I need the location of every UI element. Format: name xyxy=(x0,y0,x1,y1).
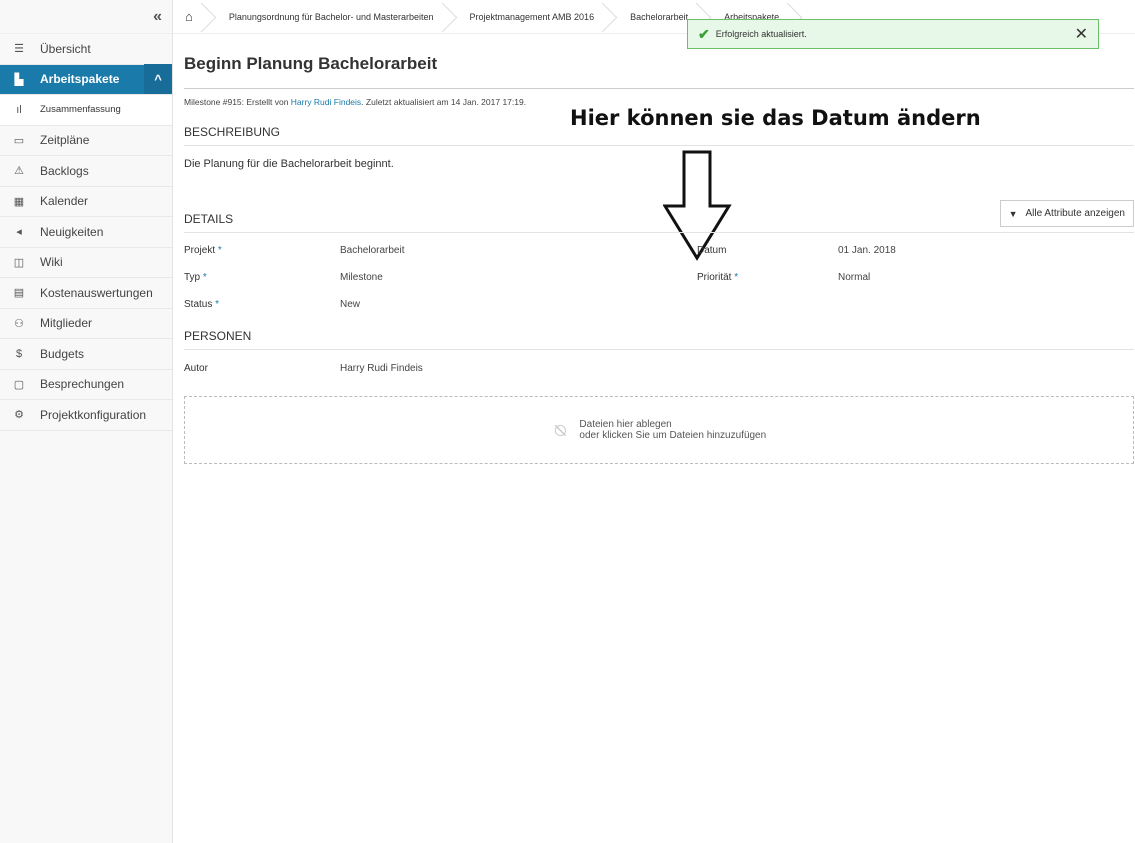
breadcrumb-label: Projektmanagement AMB 2016 xyxy=(469,11,595,22)
book-icon: ◫ xyxy=(13,256,25,269)
description-text[interactable]: Die Planung für die Bachelorarbeit begin… xyxy=(184,158,1134,170)
sidebar-item-kalender[interactable]: ▦ Kalender xyxy=(0,187,172,217)
sidebar-item-besprechungen[interactable]: ▢ Besprechungen xyxy=(0,370,172,400)
check-icon: ✔ xyxy=(698,25,710,42)
prioritaet-value[interactable]: Normal xyxy=(838,272,870,283)
sidebar-item-label: Zeitpläne xyxy=(40,133,90,148)
gear-icon: ⚙ xyxy=(14,409,24,422)
author-link[interactable]: Harry Rudi Findeis xyxy=(291,97,361,107)
persons-heading: PERSONEN xyxy=(184,329,1134,350)
sidebar-item-label: Arbeitspakete xyxy=(40,72,120,87)
sidebar-item-label: Wiki xyxy=(40,255,63,270)
sidebar-item-label: Backlogs xyxy=(40,163,89,178)
sidebar-item-mitglieder[interactable]: ⚇ Mitglieder xyxy=(0,309,172,339)
breadcrumb-item[interactable]: Projektmanagement AMB 2016 xyxy=(448,0,609,34)
meta-prefix: Milestone #915: Erstellt von xyxy=(184,97,291,107)
breadcrumb-home[interactable]: ⌂ xyxy=(173,0,207,34)
sidebar-item-zeitplaene[interactable]: ▭ Zeitpläne xyxy=(0,126,172,156)
autor-value: Harry Rudi Findeis xyxy=(340,363,423,374)
cost-reports-icon: ▤ xyxy=(13,287,25,300)
divider xyxy=(184,88,1134,89)
success-toast: ✔ Erfolgreich aktualisiert. ✕ xyxy=(687,19,1099,49)
sidebar-item-wiki[interactable]: ◫ Wiki xyxy=(0,248,172,278)
sidebar-item-zusammenfassung[interactable]: ıl Zusammenfassung xyxy=(0,95,172,126)
dropzone-text: Dateien hier ablegen oder klicken Sie um… xyxy=(579,419,766,441)
prioritaet-label: Priorität * xyxy=(697,272,739,283)
details-section: DETAILS ▼ Alle Attribute anzeigen xyxy=(184,200,1134,233)
budget-icon: $ xyxy=(15,347,23,360)
workpackage-meta: Milestone #915: Erstellt von Harry Rudi … xyxy=(184,97,1134,107)
breadcrumb-label: Planungsordnung für Bachelor- und Master… xyxy=(228,11,434,22)
list-icon: ☰ xyxy=(14,43,24,56)
paperclip-icon: ⌽ xyxy=(542,413,576,446)
sidebar-item-neuigkeiten[interactable]: ◂ Neuigkeiten xyxy=(0,217,172,248)
collapse-sidebar-icon[interactable]: « xyxy=(153,8,162,26)
chevron-up-icon[interactable]: ^ xyxy=(144,64,172,95)
toast-message: Erfolgreich aktualisiert. xyxy=(715,29,807,39)
sidebar-item-backlogs[interactable]: ⚠ Backlogs xyxy=(0,156,172,187)
chevron-down-icon: ▼ xyxy=(1008,208,1018,219)
meta-suffix: . Zuletzt aktualisiert am 14 Jan. 2017 1… xyxy=(361,97,527,107)
persons-section: PERSONEN Autor Harry Rudi Findeis xyxy=(184,329,1134,374)
calendar-icon: ▦ xyxy=(13,195,25,208)
sidebar-top: « xyxy=(0,0,172,34)
dropzone-line2: oder klicken Sie um Dateien hinzuzufügen xyxy=(579,430,767,441)
meetings-icon: ▢ xyxy=(13,378,25,391)
status-label: Status * xyxy=(184,299,220,310)
breadcrumb-label: Bachelorarbeit xyxy=(630,11,689,22)
summary-icon: ıl xyxy=(16,103,22,116)
show-all-attributes-button[interactable]: ▼ Alle Attribute anzeigen xyxy=(999,200,1134,227)
page-title: Beginn Planung Bachelorarbeit xyxy=(184,54,438,73)
persons-grid: Autor Harry Rudi Findeis xyxy=(184,350,1134,374)
timeline-icon: ▭ xyxy=(13,134,25,147)
sidebar: « ☰ Übersicht ▙ Arbeitspakete ^ ıl Zusam… xyxy=(0,0,173,843)
sidebar-item-label: Zusammenfassung xyxy=(40,104,121,116)
typ-label: Typ * xyxy=(184,272,207,283)
typ-value[interactable]: Milestone xyxy=(340,272,383,283)
show-all-attributes-label: Alle Attribute anzeigen xyxy=(1025,208,1125,219)
projekt-value[interactable]: Bachelorarbeit xyxy=(340,245,404,256)
sidebar-item-label: Budgets xyxy=(40,346,85,361)
close-icon[interactable]: ✕ xyxy=(1075,24,1088,44)
members-icon: ⚇ xyxy=(14,317,24,330)
attachment-dropzone[interactable]: ⌽ Dateien hier ablegen oder klicken Sie … xyxy=(184,396,1134,464)
sidebar-item-label: Projektkonfiguration xyxy=(40,407,147,422)
sidebar-item-label: Kalender xyxy=(40,194,89,209)
sidebar-item-budgets[interactable]: $ Budgets xyxy=(0,339,172,370)
dropzone-line1: Dateien hier ablegen xyxy=(579,419,672,430)
app-root: « ☰ Übersicht ▙ Arbeitspakete ^ ıl Zusam… xyxy=(0,0,1135,843)
sidebar-item-label: Übersicht xyxy=(40,41,91,56)
sidebar-item-projektkonfiguration[interactable]: ⚙ Projektkonfiguration xyxy=(0,400,172,431)
megaphone-icon: ◂ xyxy=(16,226,22,239)
sidebar-item-label: Besprechungen xyxy=(40,377,125,392)
details-heading: DETAILS xyxy=(184,212,1134,233)
sidebar-item-label: Neuigkeiten xyxy=(40,224,104,239)
status-value[interactable]: New xyxy=(340,299,360,310)
sidebar-item-label: Kostenauswertungen xyxy=(40,285,153,300)
description-heading: BESCHREIBUNG xyxy=(184,125,1134,146)
main-content: Beginn Planung Bachelorarbeit Milestone … xyxy=(184,34,1134,464)
autor-label: Autor xyxy=(184,363,208,374)
breadcrumb-item[interactable]: Planungsordnung für Bachelor- und Master… xyxy=(207,0,448,34)
sidebar-item-label: Mitglieder xyxy=(40,316,93,331)
backlogs-icon: ⚠ xyxy=(14,165,24,178)
projekt-label: Projekt * xyxy=(184,245,222,256)
sidebar-item-uebersicht[interactable]: ☰ Übersicht xyxy=(0,34,172,65)
sidebar-item-kostenauswertungen[interactable]: ▤ Kostenauswertungen xyxy=(0,278,172,309)
details-grid: Projekt * Bachelorarbeit Typ * Milestone… xyxy=(184,233,1134,315)
datum-label: Datum xyxy=(697,245,727,256)
datum-value[interactable]: 01 Jan. 2018 xyxy=(838,245,896,256)
sidebar-item-arbeitspakete[interactable]: ▙ Arbeitspakete ^ xyxy=(0,64,172,95)
workpackages-icon: ▙ xyxy=(14,73,24,86)
home-icon: ⌂ xyxy=(185,9,193,24)
